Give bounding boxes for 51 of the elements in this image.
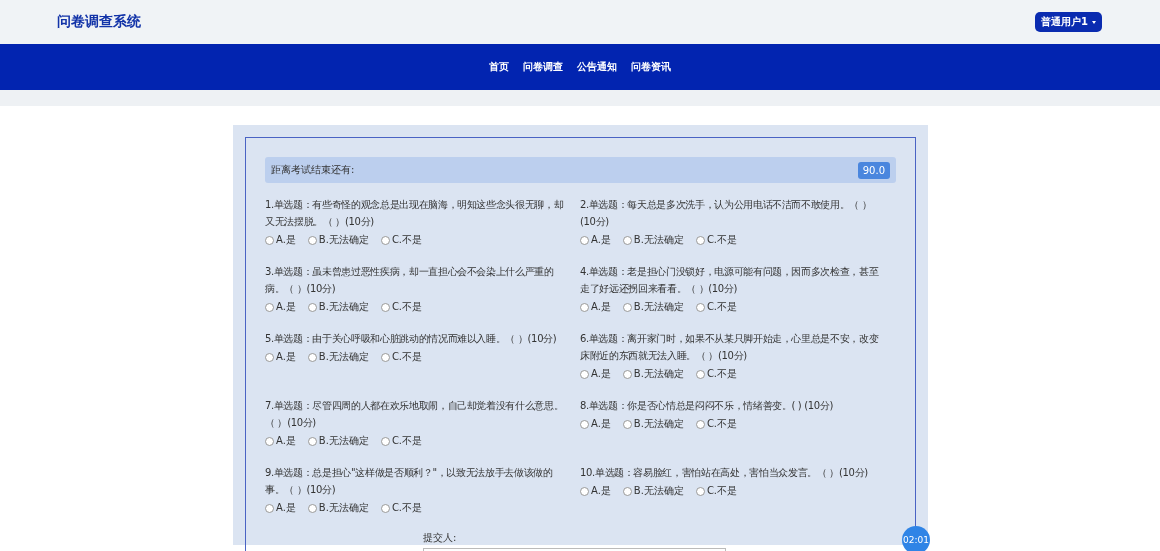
radio-option[interactable]: A.是	[580, 300, 611, 314]
radio-option[interactable]: A.是	[580, 484, 611, 498]
radio-option[interactable]: A.是	[265, 501, 296, 515]
question-text: 7.单选题：尽管四周的人都在欢乐地取闹，自己却觉着没有什么意思。（ ）(10分)	[265, 399, 565, 430]
user-menu[interactable]: 普通用户1	[1035, 12, 1102, 32]
question-text: 6.单选题：离开家门时，如果不从某只脚开始走，心里总是不安，改变床附近的东西就无法入睡。（ ）(10分)	[580, 332, 880, 363]
site-title: 问卷调查系统	[57, 13, 141, 31]
radio-option[interactable]: A.是	[580, 233, 611, 247]
radio-option[interactable]: C.不是	[695, 417, 738, 431]
question-text: 4.单选题：老是担心门没锁好，电源可能有问题，因而多次检查，甚至走了好远还拐回来看看。（ ）(10分)	[580, 265, 880, 296]
radio-option[interactable]: B.无法确定	[307, 233, 369, 247]
nav-link[interactable]: 公告通知	[577, 60, 617, 74]
question-text: 8.单选题：你是否心情总是闷闷不乐，情绪善变。( ) (10分)	[580, 399, 835, 413]
nav-link[interactable]: 问卷资讯	[631, 60, 671, 74]
radio-option[interactable]: C.不是	[695, 300, 738, 314]
radio-option[interactable]: A.是	[580, 367, 611, 381]
question-text: 3.单选题：虽未曾患过恶性疾病，却一直担心会不会染上什么严重的病。（ ）(10分)	[265, 265, 555, 296]
radio-option[interactable]: A.是	[265, 300, 296, 314]
radio-option[interactable]: C.不是	[380, 434, 423, 448]
question-text: 1.单选题：有些奇怪的观念总是出现在脑海，明知这些念头很无聊，却又无法摆脱。（ ）(10分)	[265, 198, 565, 229]
radio-option[interactable]: B.无法确定	[622, 417, 684, 431]
caret-icon	[1092, 20, 1096, 24]
radio-option[interactable]: A.是	[265, 350, 296, 364]
radio-option[interactable]: B.无法确定	[622, 233, 684, 247]
radio-option[interactable]: C.不是	[380, 300, 423, 314]
radio-option[interactable]: C.不是	[380, 233, 423, 247]
timer-value: 90.0	[857, 161, 890, 179]
question-text: 10.单选题：容易脸红，害怕站在高处，害怕当众发言。（ ）(10分)	[580, 466, 869, 480]
radio-option[interactable]: B.无法确定	[622, 300, 684, 314]
radio-option[interactable]: B.无法确定	[307, 300, 369, 314]
radio-option[interactable]: C.不是	[380, 350, 423, 364]
radio-option[interactable]: C.不是	[695, 233, 738, 247]
radio-option[interactable]: B.无法确定	[307, 350, 369, 364]
nav-link[interactable]: 首页	[489, 60, 509, 74]
question-text: 9.单选题：总是担心"这样做是否顺利？"，以致无法放手去做该做的事。（ ）(10分)	[265, 466, 554, 497]
nav-link[interactable]: 问卷调查	[523, 60, 563, 74]
radio-option[interactable]: B.无法确定	[307, 434, 369, 448]
submitter-label: 提交人:	[423, 531, 458, 545]
question-text: 5.单选题：由于关心呼吸和心脏跳动的情况而难以入睡。（ ）(10分)	[265, 332, 558, 346]
radio-option[interactable]: C.不是	[380, 501, 423, 515]
radio-option[interactable]: A.是	[265, 434, 296, 448]
radio-option[interactable]: A.是	[265, 233, 296, 247]
radio-option[interactable]: C.不是	[695, 484, 738, 498]
question-text: 2.单选题：每天总是多次洗手，认为公用电话不洁而不敢使用。（ ）(10分)	[580, 198, 873, 229]
radio-option[interactable]: B.无法确定	[622, 484, 684, 498]
countdown-badge: 02:01	[902, 526, 930, 551]
radio-option[interactable]: C.不是	[695, 367, 738, 381]
radio-option[interactable]: B.无法确定	[307, 501, 369, 515]
radio-option[interactable]: A.是	[580, 417, 611, 431]
radio-option[interactable]: B.无法确定	[622, 367, 684, 381]
timer-label: 距离考试结束还有:	[271, 163, 355, 177]
